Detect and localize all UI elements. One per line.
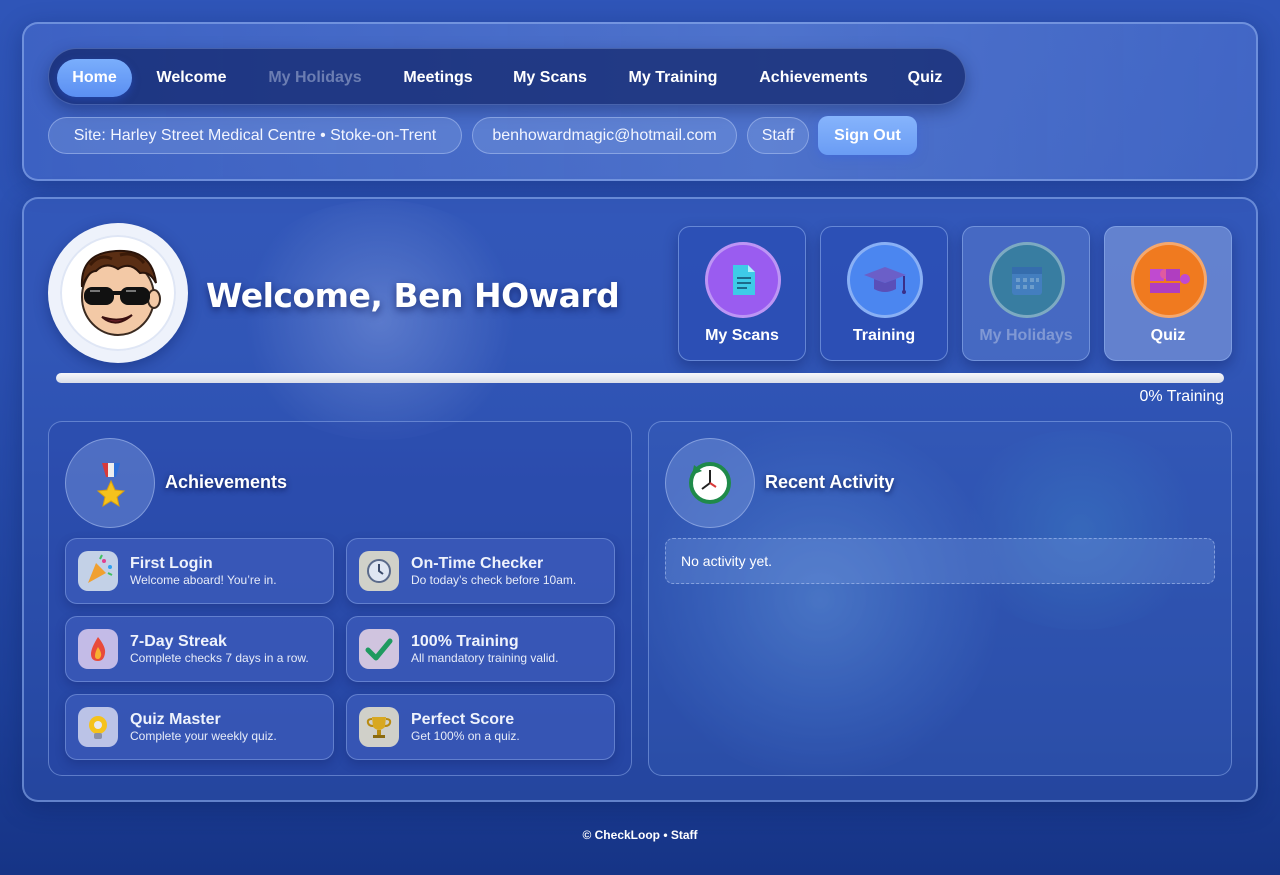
document-icon — [705, 242, 781, 318]
nav-achievements[interactable]: Achievements — [746, 59, 881, 97]
achievement-description: Get 100% on a quiz. — [411, 729, 520, 743]
achievement-title: 100% Training — [411, 633, 519, 650]
email-badge: benhowardmagic@hotmail.com — [472, 117, 737, 154]
achievement-quiz-master[interactable]: Quiz Master Complete your weekly quiz. — [65, 694, 334, 760]
trophy-icon — [359, 707, 399, 747]
cartoon-avatar-icon — [80, 249, 161, 336]
nav-quiz[interactable]: Quiz — [895, 59, 955, 97]
role-badge: Staff — [747, 117, 809, 154]
party-popper-icon — [78, 551, 118, 591]
nav-home[interactable]: Home — [57, 59, 132, 97]
medal-icon — [65, 438, 155, 528]
quick-link-quiz[interactable]: Quiz — [1104, 226, 1232, 361]
achievement-description: Welcome aboard! You’re in. — [130, 573, 277, 587]
flame-icon — [78, 629, 118, 669]
achievement-description: Complete your weekly quiz. — [130, 729, 277, 743]
achievements-title: Achievements — [165, 472, 288, 492]
achievement-7-day-streak[interactable]: 7-Day Streak Complete checks 7 days in a… — [65, 616, 334, 682]
recent-activity-card: Recent Activity No activity yet. — [648, 421, 1232, 776]
nav-my-scans[interactable]: My Scans — [500, 59, 600, 97]
lightbulb-icon — [78, 707, 118, 747]
achievement-title: On-Time Checker — [411, 555, 544, 572]
footer: © CheckLoop • Staff — [582, 828, 698, 842]
nav-my-training[interactable]: My Training — [613, 59, 733, 97]
quick-link-label: Quiz — [1150, 327, 1186, 344]
achievement-first-login[interactable]: First Login Welcome aboard! You’re in. — [65, 538, 334, 604]
achievement-description: Do today’s check before 10am. — [411, 573, 577, 587]
achievement-description: Complete checks 7 days in a row. — [130, 651, 309, 665]
achievement-100-training[interactable]: 100% Training All mandatory training val… — [346, 616, 615, 682]
nav-meetings[interactable]: Meetings — [389, 59, 487, 97]
clock-icon — [359, 551, 399, 591]
graduation-cap-icon — [847, 242, 923, 318]
nav-welcome[interactable]: Welcome — [144, 59, 239, 97]
achievement-description: All mandatory training valid. — [411, 651, 559, 665]
achievement-title: First Login — [130, 555, 213, 572]
quick-link-my-scans[interactable]: My Scans — [678, 226, 806, 361]
avatar[interactable] — [48, 223, 188, 363]
sign-out-button[interactable]: Sign Out — [818, 116, 917, 155]
welcome-heading: Welcome, Ben HOward — [206, 276, 620, 315]
recent-activity-title: Recent Activity — [765, 472, 895, 492]
quick-link-my-holidays[interactable]: My Holidays — [962, 226, 1090, 361]
site-badge: Site: Harley Street Medical Centre • Sto… — [48, 117, 462, 154]
quick-link-label: My Scans — [705, 327, 779, 344]
history-clock-icon — [665, 438, 755, 528]
training-progress-bar — [56, 373, 1224, 383]
achievement-perfect-score[interactable]: Perfect Score Get 100% on a quiz. — [346, 694, 615, 760]
activity-empty-state: No activity yet. — [665, 538, 1215, 584]
training-progress-label: 0% Training — [1139, 388, 1225, 405]
quick-link-label: Training — [852, 327, 916, 344]
checkmark-icon — [359, 629, 399, 669]
calendar-icon — [989, 242, 1065, 318]
achievement-title: 7-Day Streak — [130, 633, 227, 650]
achievements-card: Achievements First Login Welcome aboard!… — [48, 421, 632, 776]
quick-link-training[interactable]: Training — [820, 226, 948, 361]
achievement-title: Perfect Score — [411, 711, 515, 728]
nav-my-holidays[interactable]: My Holidays — [255, 59, 375, 97]
avatar-image — [60, 235, 176, 351]
main-nav: Home Welcome My Holidays Meetings My Sca… — [48, 48, 966, 105]
puzzle-icon — [1131, 242, 1207, 318]
achievement-on-time-checker[interactable]: On-Time Checker Do today’s check before … — [346, 538, 615, 604]
quick-link-label: My Holidays — [979, 327, 1073, 344]
achievement-title: Quiz Master — [130, 711, 221, 728]
